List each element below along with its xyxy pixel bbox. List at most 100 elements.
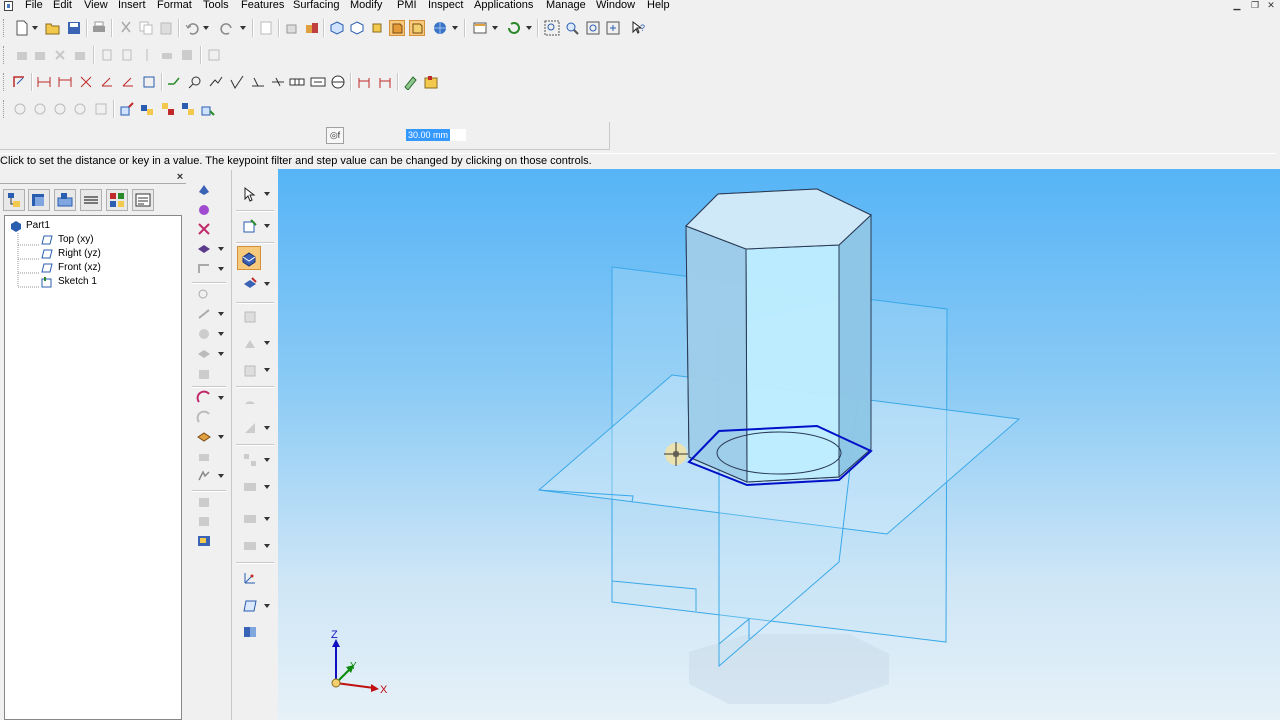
close-icon[interactable]: ✕ <box>1264 0 1278 11</box>
help-pointer-icon[interactable]: ? <box>631 20 647 36</box>
thin-wall-icon[interactable] <box>196 306 212 322</box>
redo-dropdown-icon[interactable] <box>240 26 246 30</box>
tree-item-right-plane[interactable]: Right (yz) <box>58 248 101 260</box>
smart-dimension-icon[interactable] <box>11 74 27 90</box>
pan-icon[interactable] <box>605 20 621 36</box>
protrusion-icon[interactable] <box>196 182 212 198</box>
angle-between-icon[interactable] <box>57 74 73 90</box>
cutout-icon[interactable] <box>196 221 212 237</box>
undo-icon[interactable] <box>184 20 200 36</box>
hole-icon[interactable] <box>196 241 212 257</box>
display-config-icon[interactable] <box>472 20 488 36</box>
view-iso-icon[interactable] <box>329 20 345 36</box>
tree-item-part1[interactable]: Part1 <box>26 220 50 232</box>
keypoint-filter-icon[interactable]: ◎f <box>326 127 344 144</box>
rotate-dropdown-icon[interactable] <box>526 26 532 30</box>
menu-view[interactable]: View <box>84 0 108 12</box>
revolve-icon[interactable] <box>242 276 258 292</box>
datum-frame-icon[interactable] <box>310 74 326 90</box>
feature-control-frame-icon[interactable] <box>289 74 305 90</box>
maintain-relationships-icon[interactable] <box>180 101 196 117</box>
zoom-area-icon[interactable] <box>544 20 560 36</box>
mirror-dropdown-icon[interactable] <box>264 485 270 489</box>
menu-file[interactable]: File <box>25 0 43 12</box>
distance-value-selected[interactable]: 30.00 mm <box>406 129 451 141</box>
toolbar-grip[interactable] <box>3 73 7 91</box>
app-icon[interactable] <box>4 1 13 11</box>
view-style-dropdown-icon[interactable] <box>452 26 458 30</box>
horizontal-vertical-icon[interactable] <box>160 101 176 117</box>
menu-inspect[interactable]: Inspect <box>428 0 463 12</box>
tab-library-icon[interactable] <box>28 189 50 211</box>
connect-icon[interactable] <box>139 101 155 117</box>
rib-icon[interactable] <box>196 326 212 342</box>
hole-dropdown-icon[interactable] <box>218 247 224 251</box>
menu-insert[interactable]: Insert <box>118 0 146 12</box>
shaded-edges-view-icon[interactable] <box>409 20 425 36</box>
offset-face-icon[interactable] <box>72 47 88 63</box>
toolbar-grip[interactable] <box>3 100 7 118</box>
pattern-dropdown-icon[interactable] <box>264 458 270 462</box>
graphics-window[interactable]: Z Y X <box>278 169 1280 720</box>
balloon-icon[interactable] <box>187 74 203 90</box>
tree-item-top-plane[interactable]: Top (xy) <box>58 234 94 246</box>
chamfer-dropdown-icon[interactable] <box>264 426 270 430</box>
round-icon[interactable] <box>196 261 212 277</box>
relation-icon-1[interactable] <box>12 101 28 117</box>
chamfer-icon[interactable] <box>242 420 258 436</box>
angular-coordinate-icon[interactable] <box>99 74 115 90</box>
menu-tools[interactable]: Tools <box>203 0 229 12</box>
copy-icon[interactable] <box>138 20 154 36</box>
tree-item-sketch1[interactable]: Sketch 1 <box>58 276 97 288</box>
thread-icon[interactable] <box>196 468 212 484</box>
minimize-icon[interactable]: ▁ <box>1230 0 1244 11</box>
menu-applications[interactable]: Applications <box>474 0 533 12</box>
copy-part-icon[interactable] <box>179 47 195 63</box>
tab-layers-icon[interactable] <box>80 189 102 211</box>
symmetric-diameter-icon[interactable] <box>120 74 136 90</box>
scale-part-icon[interactable] <box>159 47 175 63</box>
select-dropdown-icon[interactable] <box>264 192 270 196</box>
variable-table-side-icon[interactable] <box>242 624 258 640</box>
tab-family-icon[interactable] <box>106 189 128 211</box>
helix-dropdown-icon[interactable] <box>218 435 224 439</box>
thread-dropdown-icon[interactable] <box>218 474 224 478</box>
cut-icon[interactable] <box>118 20 134 36</box>
loft-icon[interactable] <box>196 410 212 426</box>
toolbar-grip[interactable] <box>3 46 7 64</box>
relation-icon-2[interactable] <box>32 101 48 117</box>
emboss-icon[interactable] <box>196 494 212 510</box>
sweep-icon[interactable] <box>196 390 212 406</box>
retrieve-dimensions-icon[interactable] <box>356 74 372 90</box>
thin-wall-dropdown-icon[interactable] <box>218 312 224 316</box>
revolved-protrusion-icon[interactable] <box>196 202 212 218</box>
menu-manage[interactable]: Manage <box>546 0 586 12</box>
menu-help[interactable]: Help <box>647 0 670 12</box>
shell-dropdown-icon[interactable] <box>264 544 270 548</box>
sweep-dropdown-icon[interactable] <box>218 396 224 400</box>
coordinate-system-icon[interactable] <box>242 570 258 586</box>
undo-dropdown-icon[interactable] <box>203 26 209 30</box>
relation-icon-3[interactable] <box>52 101 68 117</box>
part-library-icon[interactable] <box>304 20 320 36</box>
select-arrow-icon[interactable] <box>242 186 258 202</box>
web-network-icon[interactable] <box>196 366 212 382</box>
print-icon[interactable] <box>91 20 107 36</box>
draft-icon[interactable] <box>196 286 212 302</box>
pattern-icon[interactable] <box>242 452 258 468</box>
hole-feature-dropdown-icon[interactable] <box>264 368 270 372</box>
weld-symbol-icon[interactable] <box>250 74 266 90</box>
thin-region-dropdown-icon[interactable] <box>264 517 270 521</box>
move-part-icon[interactable] <box>99 47 115 63</box>
rotate-part-icon[interactable] <box>119 47 135 63</box>
dimension-style-icon[interactable] <box>377 74 393 90</box>
tab-feature-library-icon[interactable] <box>54 189 76 211</box>
edge-condition-icon[interactable] <box>270 74 286 90</box>
save-icon[interactable] <box>66 20 82 36</box>
fit-view-icon[interactable] <box>585 20 601 36</box>
extrude-protrusion-active-icon[interactable] <box>237 246 261 270</box>
new-document-icon[interactable] <box>14 20 30 36</box>
select-tool-icon[interactable] <box>284 20 300 36</box>
document-properties-icon[interactable] <box>258 20 274 36</box>
cut-revolve-dropdown-icon[interactable] <box>264 341 270 345</box>
